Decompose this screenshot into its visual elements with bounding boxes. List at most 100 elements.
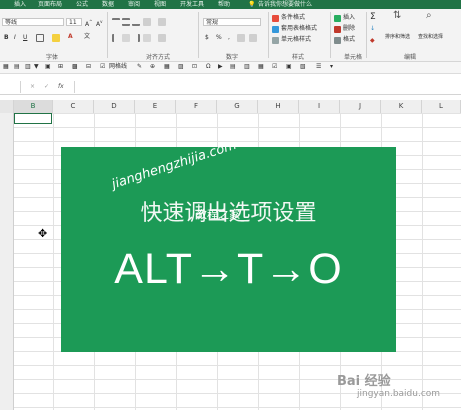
- column-header-h[interactable]: H: [258, 100, 299, 113]
- qa-icon[interactable]: ☰: [316, 63, 321, 71]
- divider: [366, 12, 367, 58]
- shrink-font-icon[interactable]: Av: [96, 18, 102, 29]
- ribbon: 插入 页面布局 公式 数据 审阅 视图 开发工具 帮助 💡 告诉我你想要做什么 …: [0, 0, 461, 62]
- italic-button[interactable]: I: [14, 34, 16, 42]
- tab-help[interactable]: 帮助: [218, 0, 230, 9]
- phonetic-icon[interactable]: 文: [84, 33, 90, 41]
- qa-icon[interactable]: ☑: [272, 63, 277, 71]
- qa-icon[interactable]: ▣: [45, 63, 51, 71]
- qa-icon[interactable]: ✎: [137, 63, 142, 71]
- increase-decimal-icon[interactable]: [237, 34, 245, 42]
- select-all-corner[interactable]: [0, 100, 14, 113]
- cell-styles-button[interactable]: 单元格样式: [281, 36, 311, 44]
- fill-color-icon[interactable]: [52, 34, 60, 42]
- underline-button[interactable]: U: [23, 34, 27, 42]
- tab-data[interactable]: 数据: [102, 0, 114, 9]
- cancel-icon[interactable]: ×: [30, 83, 35, 91]
- number-format-select[interactable]: 常规: [203, 18, 261, 26]
- align-center-icon[interactable]: [122, 34, 130, 42]
- autosum-icon[interactable]: Σ: [370, 13, 376, 22]
- tell-me-box[interactable]: 告诉我你想要做什么: [258, 0, 312, 9]
- cell-style-icon: [272, 37, 279, 44]
- active-cell[interactable]: [14, 113, 52, 124]
- column-header-d[interactable]: D: [94, 100, 135, 113]
- font-color-icon[interactable]: A: [68, 33, 73, 41]
- qa-icon[interactable]: ⊞: [58, 63, 63, 71]
- group-edit-label: 编辑: [404, 54, 417, 61]
- wrap-text-icon[interactable]: [158, 18, 166, 26]
- comma-icon[interactable]: ,: [228, 34, 230, 42]
- qa-icon[interactable]: ⊟: [86, 63, 91, 71]
- find-select-button[interactable]: 查找和选择: [418, 33, 443, 41]
- tab-view[interactable]: 视图: [154, 0, 166, 9]
- align-middle-icon[interactable]: [122, 18, 130, 26]
- qa-dropdown-icon[interactable]: ▾: [330, 63, 333, 71]
- qa-icon[interactable]: Ω: [206, 63, 211, 71]
- border-icon[interactable]: [36, 34, 44, 42]
- tab-page-layout[interactable]: 页面布局: [38, 0, 62, 9]
- font-name-select[interactable]: 等线: [2, 18, 64, 26]
- column-header-b[interactable]: B: [14, 100, 53, 113]
- qa-icon[interactable]: ▦: [3, 63, 9, 71]
- tab-developer[interactable]: 开发工具: [180, 0, 204, 9]
- qa-icon[interactable]: ▥: [25, 63, 31, 71]
- column-header-l[interactable]: L: [422, 100, 461, 113]
- qa-icon[interactable]: ▦: [258, 63, 264, 71]
- grow-font-icon[interactable]: A^: [85, 18, 92, 29]
- column-header-k[interactable]: K: [381, 100, 422, 113]
- fill-icon[interactable]: ↓: [370, 25, 375, 33]
- qa-icon[interactable]: ▨: [178, 63, 184, 71]
- gridlines-checkbox[interactable]: ☑: [100, 63, 105, 71]
- filter-icon[interactable]: ▼: [34, 63, 39, 71]
- format-as-table-button[interactable]: 套用表格格式: [281, 25, 317, 33]
- group-align-label: 对齐方式: [146, 54, 171, 61]
- decrease-decimal-icon[interactable]: [249, 34, 257, 42]
- currency-icon[interactable]: $: [205, 34, 209, 42]
- tab-insert[interactable]: 插入: [14, 0, 26, 9]
- enter-icon[interactable]: ✓: [44, 83, 49, 91]
- name-box[interactable]: [0, 81, 21, 93]
- tab-review[interactable]: 审阅: [128, 0, 140, 9]
- column-header-c[interactable]: C: [53, 100, 94, 113]
- divider: [268, 12, 269, 58]
- format-cells-button[interactable]: 格式: [343, 36, 355, 44]
- qa-icon[interactable]: ▤: [230, 63, 236, 71]
- qa-icon[interactable]: ▣: [286, 63, 292, 71]
- qa-icon[interactable]: ▥: [244, 63, 250, 71]
- column-header-i[interactable]: I: [299, 100, 340, 113]
- column-header-f[interactable]: F: [176, 100, 217, 113]
- column-header-j[interactable]: J: [340, 100, 381, 113]
- percent-icon[interactable]: %: [216, 34, 222, 42]
- align-top-icon[interactable]: [112, 18, 120, 26]
- tab-formulas[interactable]: 公式: [76, 0, 88, 9]
- row-headers[interactable]: [0, 113, 14, 410]
- qa-icon[interactable]: ⊕: [150, 63, 155, 71]
- qa-icon[interactable]: ⊡: [192, 63, 197, 71]
- align-bottom-icon[interactable]: [132, 18, 140, 26]
- sort-filter-icon: ⇅: [393, 10, 402, 21]
- indent-icon[interactable]: [143, 34, 151, 42]
- function-icon[interactable]: fx: [58, 83, 64, 91]
- qa-icon[interactable]: ▤: [14, 63, 20, 71]
- align-left-icon[interactable]: [112, 34, 120, 42]
- column-header-e[interactable]: E: [135, 100, 176, 113]
- bold-button[interactable]: B: [4, 34, 9, 42]
- conditional-format-button[interactable]: 条件格式: [281, 14, 305, 22]
- clear-icon[interactable]: ◆: [370, 37, 375, 45]
- qa-icon[interactable]: ▧: [300, 63, 306, 71]
- insert-cells-button[interactable]: 插入: [343, 14, 355, 22]
- formula-input[interactable]: [74, 81, 461, 93]
- divider: [107, 12, 108, 58]
- qa-icon[interactable]: ▦: [164, 63, 170, 71]
- orientation-icon[interactable]: [143, 18, 151, 26]
- qa-icon[interactable]: ▶: [218, 63, 223, 71]
- group-style-label: 样式: [292, 54, 305, 61]
- sort-filter-button[interactable]: 排序和筛选: [385, 33, 410, 41]
- align-right-icon[interactable]: [132, 34, 140, 42]
- merge-center-icon[interactable]: [158, 34, 166, 42]
- delete-cells-button[interactable]: 删除: [343, 25, 355, 33]
- format-cells-icon: [334, 37, 341, 44]
- qa-icon[interactable]: ▩: [72, 63, 78, 71]
- font-size-select[interactable]: 11: [66, 18, 82, 26]
- column-header-g[interactable]: G: [217, 100, 258, 113]
